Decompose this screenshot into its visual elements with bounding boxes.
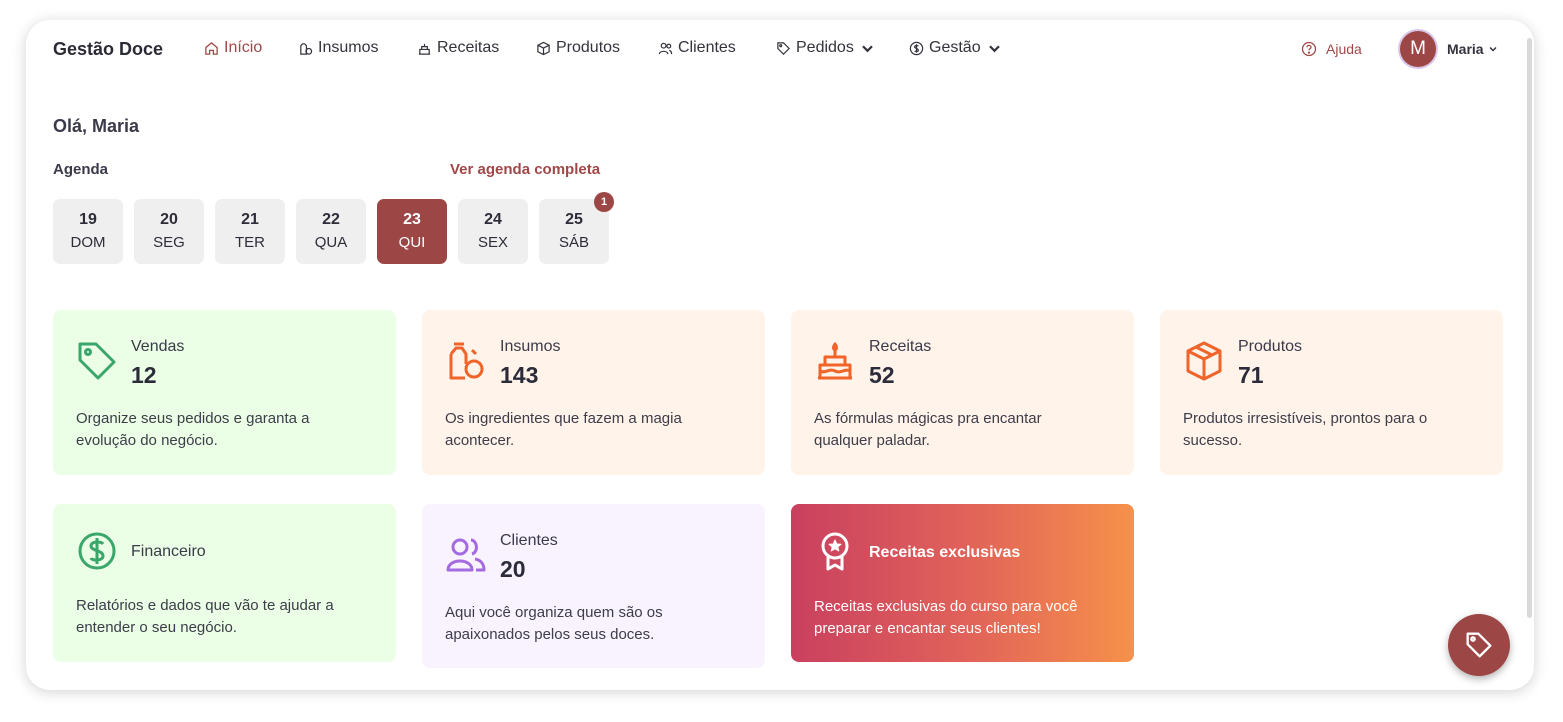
nav-item-pedidos[interactable]: Pedidos [776,39,875,57]
tag-icon [78,342,116,380]
day-of-week: QUI [398,234,426,251]
nav-label: Clientes [678,39,736,56]
card-count: 71 [1238,362,1264,388]
card-count: 12 [131,362,157,388]
nav-item-gestao[interactable]: Gestão [909,39,1002,57]
card-description: Aqui você organiza quem são os apaixonad… [445,604,663,643]
tag-icon [777,41,790,55]
top-nav: Gestão Doce Início Insumos Receitas Prod… [26,20,1534,78]
nav-item-receitas[interactable]: Receitas [417,39,499,57]
users-icon [446,538,486,572]
agenda-day[interactable]: 22 QUA [296,199,366,264]
users-icon [658,42,673,54]
day-of-week: SEX [477,234,508,251]
award-icon [821,532,849,571]
card-clientes[interactable]: Clientes 20 Aqui você organiza quem são … [422,504,765,668]
help-label: Ajuda [1326,41,1362,57]
ingredients-icon [449,342,484,380]
nav-item-produtos[interactable]: Produtos [536,39,620,57]
chevron-down-icon [988,44,1000,52]
card-insumos[interactable]: Insumos 143 Os ingredientes que fazem a … [422,310,765,475]
avatar[interactable]: M [1400,31,1436,67]
dollar-icon [78,532,116,570]
agenda-days: 19 DOM 20 SEG 21 TER 22 QUA 23 QUI 24 SE… [53,192,614,264]
day-of-week: SEG [153,234,185,251]
day-of-week: TER [235,234,265,251]
nav-label: Insumos [318,39,379,56]
agenda-day[interactable]: 24 SEX [458,199,528,264]
agenda-day[interactable]: 19 DOM [53,199,123,264]
agenda-day[interactable]: 25 SÁB 1 [539,192,614,264]
greeting: Olá, Maria [53,116,140,136]
nav-label: Pedidos [796,39,854,56]
app-window: Gestão Doce Início Insumos Receitas Prod… [26,20,1534,690]
cake-icon [418,43,431,55]
card-description: Receitas exclusivas do curso para você p… [814,598,1078,637]
help-circle-icon [1301,41,1317,57]
card-label: Clientes [500,532,558,549]
nav-label: Início [224,39,263,56]
day-number: 24 [484,211,502,228]
card-label: Receitas [869,338,932,355]
box-icon [537,41,550,55]
agenda-day[interactable]: 20 SEG [134,199,204,264]
day-number: 23 [403,211,421,228]
card-label: Vendas [131,338,185,355]
card-description: Relatórios e dados que vão te ajudar a e… [76,597,334,636]
help-link[interactable]: Ajuda [1301,41,1362,57]
card-label: Financeiro [131,543,206,560]
new-order-fab-button[interactable] [1448,614,1510,676]
card-produtos[interactable]: Produtos 71 Produtos irresistíveis, pron… [1160,310,1503,475]
card-receitas[interactable]: Receitas 52 As fórmulas mágicas pra enca… [791,310,1134,475]
chevron-down-icon [862,44,873,52]
card-description: Produtos irresistíveis, prontos para o s… [1183,410,1428,449]
card-label: Receitas exclusivas [869,544,1021,561]
day-number: 19 [79,211,97,228]
view-full-agenda-link[interactable]: Ver agenda completa [450,161,600,178]
card-description: Os ingredientes que fazem a magia aconte… [445,410,682,449]
card-label: Produtos [1238,338,1303,355]
day-of-week: SÁB [558,234,589,251]
box-icon [1186,341,1222,381]
card-financeiro[interactable]: Financeiro Relatórios e dados que vão te… [53,504,396,662]
ingredients-icon [300,42,313,55]
card-count: 52 [869,362,895,388]
notification-badge: 1 [594,192,614,212]
nav-label: Gestão [929,39,981,56]
day-number: 20 [160,211,178,228]
cake-icon [818,342,852,380]
agenda-day-selected[interactable]: 23 QUI [377,199,447,264]
brand-logo[interactable]: Gestão Doce [53,39,163,60]
chevron-down-icon [1489,46,1497,52]
day-number: 21 [241,211,259,228]
card-receitas-exclusivas[interactable]: Receitas exclusivas Receitas exclusivas … [791,504,1134,662]
day-number: 22 [322,211,340,228]
card-description: As fórmulas mágicas pra encantar qualque… [814,410,1042,449]
card-count: 20 [500,556,526,582]
scrollbar[interactable] [1527,38,1532,618]
nav-label: Receitas [437,39,500,56]
nav-label: Produtos [556,39,621,56]
nav-item-inicio[interactable]: Início [204,39,262,57]
day-of-week: DOM [70,234,106,251]
card-label: Insumos [500,338,561,355]
nav-item-clientes[interactable]: Clientes [658,39,736,57]
home-icon [205,41,218,55]
card-description: Organize seus pedidos e garanta a evoluç… [76,410,310,449]
day-of-week: QUA [314,234,348,251]
dollar-icon [909,41,924,55]
tag-icon [1466,632,1492,658]
nav-item-insumos[interactable]: Insumos [298,39,378,57]
agenda-day[interactable]: 21 TER [215,199,285,264]
day-number: 25 [565,211,583,228]
card-count: 143 [500,362,539,388]
card-vendas[interactable]: Vendas 12 Organize seus pedidos e garant… [53,310,396,475]
agenda-title: Agenda [53,161,109,178]
user-name: Maria [1447,41,1484,57]
user-menu[interactable]: Maria [1447,41,1498,57]
